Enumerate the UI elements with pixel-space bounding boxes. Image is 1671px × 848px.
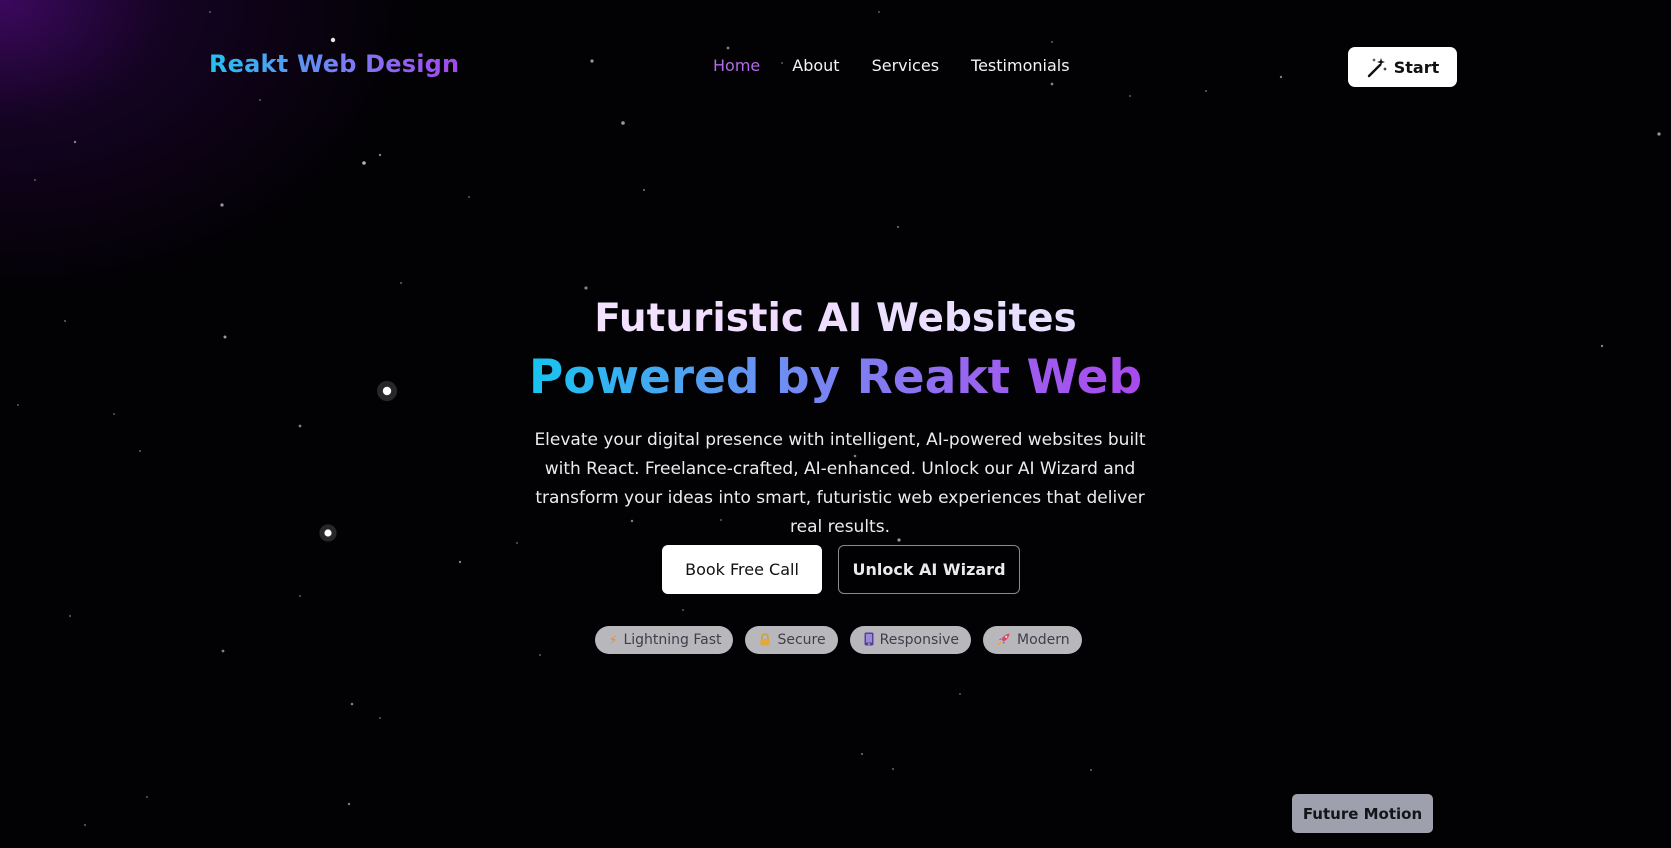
star (642, 188, 646, 192)
star (139, 450, 141, 452)
star (299, 595, 301, 597)
star (362, 161, 366, 165)
future-motion-tag[interactable]: Future Motion (1292, 794, 1433, 833)
badge-label: Responsive (879, 632, 960, 648)
star (298, 424, 302, 428)
star (1657, 132, 1661, 136)
star (347, 802, 351, 806)
star (221, 649, 225, 653)
main-nav: Home About Services Testimonials (713, 56, 1102, 75)
star (682, 609, 684, 611)
star (350, 702, 354, 706)
star (400, 282, 402, 284)
hero-title: Futuristic AI Websites (0, 296, 1671, 341)
star (539, 654, 541, 656)
star (621, 121, 625, 125)
star (1205, 90, 1207, 92)
mobile-icon (864, 632, 874, 648)
nav-item-home[interactable]: Home (713, 56, 760, 75)
star (69, 615, 71, 617)
star (146, 796, 148, 798)
rocket-icon (997, 632, 1011, 648)
star (324, 529, 332, 537)
star (1051, 41, 1053, 43)
hero-subtitle: Powered by Reakt Web (528, 350, 1143, 405)
nav-item-about[interactable]: About (792, 56, 839, 75)
star (1050, 82, 1054, 86)
hero-subtitle-wrap: Powered by Reakt Web (0, 350, 1671, 405)
star (73, 140, 77, 144)
hero-page: Reakt Web Design Home About Services Tes… (0, 0, 1671, 848)
lock-icon (759, 632, 771, 648)
badge-label: Modern (1017, 632, 1070, 648)
star (516, 542, 518, 544)
star (458, 560, 462, 564)
badge-modern: Modern (983, 626, 1082, 654)
star (584, 286, 588, 290)
start-button-label: Start (1393, 57, 1440, 77)
star (209, 11, 211, 13)
starfield-background (17, 11, 1661, 826)
badge-label: Lightning Fast (623, 632, 722, 648)
star (590, 59, 594, 63)
nav-item-testimonials[interactable]: Testimonials (971, 56, 1070, 75)
star (892, 768, 894, 770)
star (468, 196, 470, 198)
star (330, 37, 336, 43)
star (1600, 344, 1604, 348)
star (1129, 95, 1131, 97)
badge-responsive: Responsive (849, 626, 972, 654)
badge-label: Secure (777, 632, 826, 648)
star (1090, 769, 1092, 771)
star (878, 11, 880, 13)
unlock-ai-wizard-button[interactable]: Unlock AI Wizard (838, 545, 1020, 594)
book-free-call-button[interactable]: Book Free Call (662, 545, 822, 594)
star (379, 717, 381, 719)
start-button[interactable]: Start (1348, 47, 1457, 87)
star (860, 752, 864, 756)
magic-wand-icon (1366, 56, 1388, 78)
star (1279, 75, 1283, 79)
nav-item-services[interactable]: Services (872, 56, 939, 75)
star (259, 99, 261, 101)
star (84, 824, 86, 826)
star (959, 693, 961, 695)
brand-logo[interactable]: Reakt Web Design (209, 50, 459, 78)
star (220, 203, 224, 207)
cta-row: Book Free Call Unlock AI Wizard (662, 545, 1020, 594)
star (34, 179, 36, 181)
star (378, 153, 382, 157)
hero-description: Elevate your digital presence with intel… (534, 430, 1146, 537)
badge-secure: Secure (745, 626, 838, 654)
star (726, 46, 730, 50)
star (896, 225, 900, 229)
badge-lightning-fast: ⚡ Lightning Fast (595, 626, 734, 654)
star (113, 413, 115, 415)
feature-badges: ⚡ Lightning Fast Secure Responsive Moder… (595, 626, 1082, 654)
lightning-icon: ⚡ (609, 633, 618, 647)
